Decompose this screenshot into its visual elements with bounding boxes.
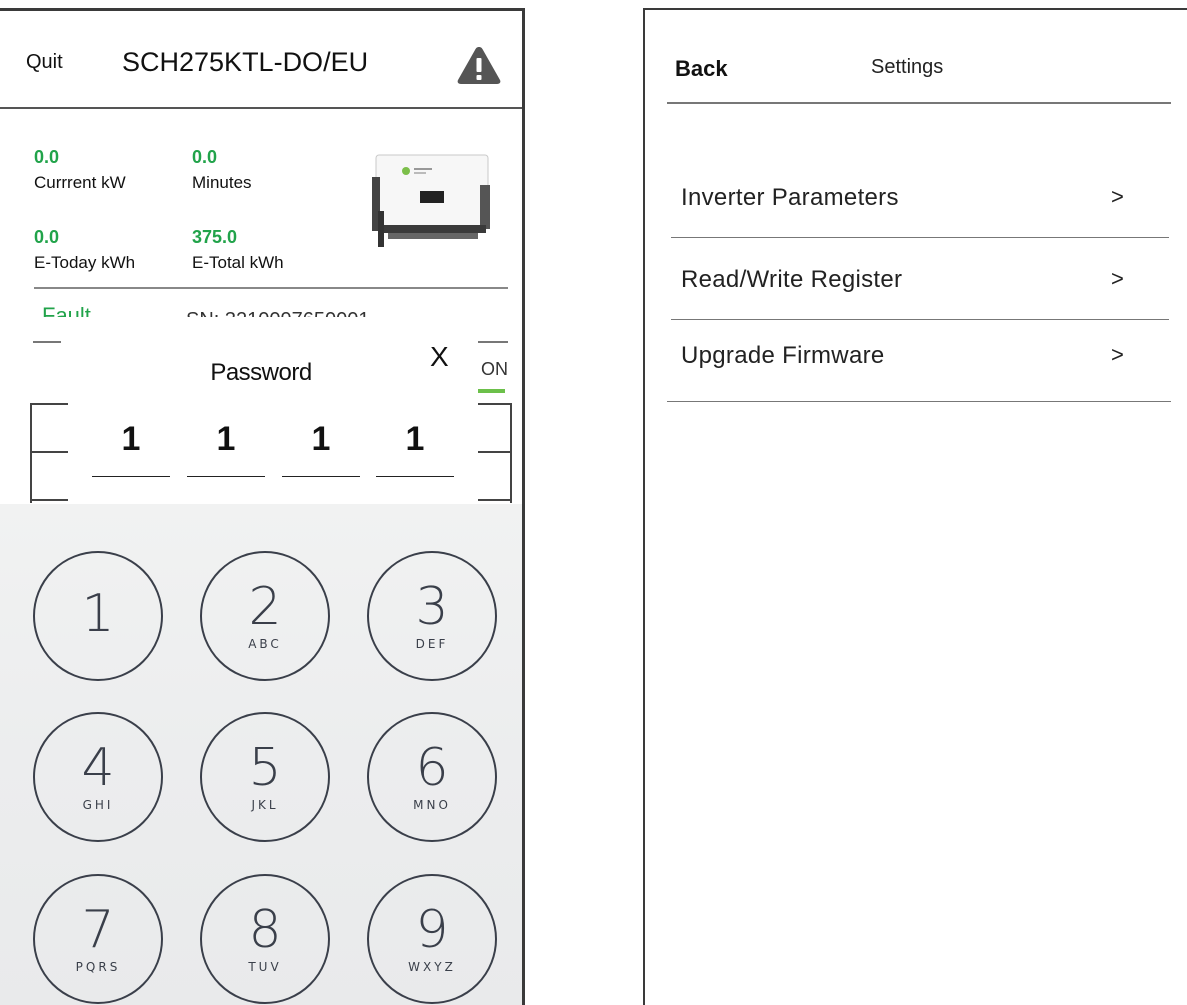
key-letters: WXYZ (408, 960, 456, 974)
serial-number: SN: 3210097650001 (186, 307, 370, 317)
key-6[interactable]: 6 MNO (367, 712, 497, 842)
key-digit: 1 (81, 584, 115, 644)
tab-divider-right (478, 341, 508, 343)
menu-item-label: Read/Write Register (681, 266, 903, 293)
settings-screen: Back Settings Inverter Parameters > Read… (643, 8, 1187, 1005)
warning-triangle-icon[interactable] (456, 45, 502, 85)
chevron-right-icon: > (1111, 184, 1124, 209)
key-digit: 8 (248, 900, 282, 960)
key-letters: MNO (413, 798, 451, 812)
password-digit-1[interactable]: 1 (92, 417, 170, 477)
chevron-right-icon: > (1111, 266, 1124, 291)
key-1[interactable]: 1 (33, 551, 163, 681)
key-letters: PQRS (75, 960, 121, 974)
key-letters: GHI (82, 798, 114, 812)
key-5[interactable]: 5 JKL (200, 712, 330, 842)
key-digit: 4 (81, 738, 115, 798)
metrics-divider (34, 287, 508, 289)
app-header: Quit SCH275KTL-DO/EU (0, 11, 522, 109)
menu-item-upgrade-firmware[interactable]: Upgrade Firmware > (667, 320, 1171, 402)
numeric-keypad: 1 2 ABC 3 DEF 4 GHI 5 JKL 6 MNO 7 PQRS 8 (0, 504, 522, 1005)
quit-button[interactable]: Quit (26, 51, 63, 74)
key-digit: 2 (248, 577, 282, 637)
key-letters: TUV (248, 960, 282, 974)
key-2[interactable]: 2 ABC (200, 551, 330, 681)
menu-item-label: Inverter Parameters (681, 184, 899, 211)
key-4[interactable]: 4 GHI (33, 712, 163, 842)
back-button[interactable]: Back (675, 56, 728, 82)
menu-item-read-write-register[interactable]: Read/Write Register > (671, 238, 1169, 320)
background-table-right (478, 403, 512, 503)
header-divider (667, 102, 1171, 104)
key-digit: 9 (415, 900, 449, 960)
e-total-value: 375.0 (192, 227, 238, 247)
password-digit-4[interactable]: 1 (376, 417, 454, 477)
key-digit: 7 (81, 900, 115, 960)
minutes-value: 0.0 (192, 147, 218, 167)
background-table-left (30, 403, 68, 503)
key-digit: 3 (415, 577, 449, 637)
e-today-label: E-Today kWh (34, 253, 136, 272)
current-kw-label: Currrent kW (34, 173, 126, 192)
key-7[interactable]: 7 PQRS (33, 874, 163, 1004)
active-tab-indicator (478, 389, 505, 393)
current-kw-value: 0.0 (34, 147, 60, 167)
key-8[interactable]: 8 TUV (200, 874, 330, 1004)
page-title: Settings (871, 56, 944, 78)
password-digit-3[interactable]: 1 (282, 417, 360, 477)
key-letters: JKL (251, 798, 279, 812)
inverter-image (372, 154, 490, 247)
key-letters: ABC (248, 637, 282, 651)
key-digit: 5 (248, 738, 282, 798)
chevron-right-icon: > (1111, 342, 1124, 367)
password-screen: Quit SCH275KTL-DO/EU 0.0 Currrent kW 0.0… (0, 8, 525, 1005)
menu-item-label: Upgrade Firmware (681, 342, 885, 369)
menu-item-inverter-parameters[interactable]: Inverter Parameters > (671, 156, 1169, 238)
key-digit: 6 (415, 738, 449, 798)
fault-status: Fault (42, 303, 91, 317)
close-dialog-button[interactable]: X (430, 341, 449, 373)
tab-divider-left (33, 341, 61, 343)
password-digit-2[interactable]: 1 (187, 417, 265, 477)
device-model-title: SCH275KTL-DO/EU (122, 47, 369, 77)
e-today-value: 0.0 (34, 227, 60, 247)
key-letters: DEF (415, 637, 449, 651)
e-total-label: E-Total kWh (192, 253, 284, 272)
key-9[interactable]: 9 WXYZ (367, 874, 497, 1004)
key-3[interactable]: 3 DEF (367, 551, 497, 681)
minutes-label: Minutes (192, 173, 252, 192)
